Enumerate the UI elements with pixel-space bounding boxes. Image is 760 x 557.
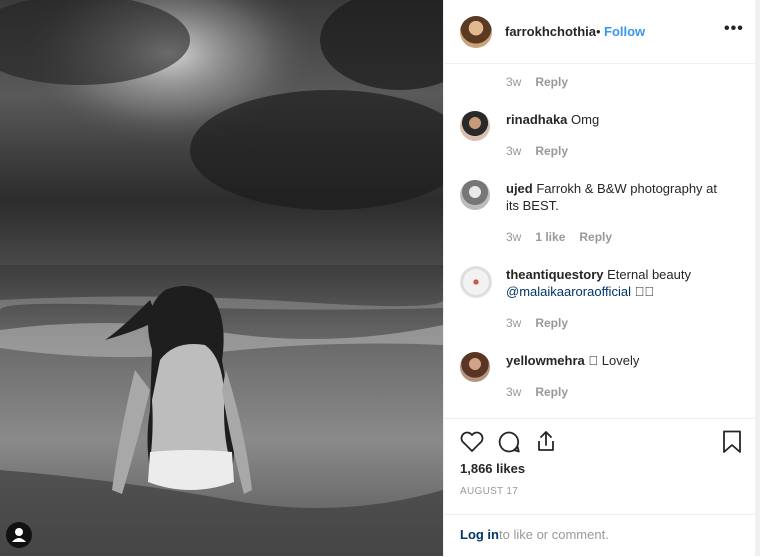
reply-button[interactable]: Reply	[535, 75, 568, 89]
comment-text: yellowmehra 󾓥 Lovely	[506, 352, 732, 369]
login-link[interactable]: Log in	[460, 527, 499, 542]
commenter-username[interactable]: yellowmehra	[506, 353, 585, 368]
reply-button[interactable]: Reply	[535, 144, 568, 158]
comment-text: rinadhaka Omg	[506, 111, 732, 128]
comment-age: 3w	[506, 316, 522, 330]
commenter-avatar[interactable]	[460, 266, 492, 298]
login-bar: Log in to like or comment.	[444, 514, 756, 557]
post-date[interactable]: AUGUST 17	[460, 486, 518, 497]
reply-button[interactable]: Reply	[579, 230, 612, 244]
bookmark-icon[interactable]	[722, 430, 742, 454]
comment-emoji: 󾓥	[588, 353, 599, 368]
post-header: farrokhchothia • Follow •••	[444, 0, 756, 64]
reply-button[interactable]: Reply	[535, 316, 568, 330]
heart-icon[interactable]	[459, 430, 485, 454]
comment-body: Omg	[571, 112, 600, 127]
comment-body: Lovely	[601, 353, 640, 368]
reply-button[interactable]: Reply	[535, 385, 568, 399]
comment-meta: 3w Reply	[506, 144, 568, 158]
post-actions: 1,866 likes AUGUST 17	[444, 418, 756, 515]
comment-likes[interactable]: 1 like	[535, 230, 565, 244]
author-avatar[interactable]	[460, 16, 492, 48]
post-photo[interactable]	[0, 0, 443, 556]
comment-age: 3w	[506, 75, 522, 89]
beach-photo-illustration	[0, 0, 443, 556]
comment-age: 3w	[506, 385, 522, 399]
comment-mention[interactable]: @malaikaaroraofficial	[506, 284, 631, 299]
comment-icon[interactable]	[497, 430, 521, 454]
instagram-post-view: farrokhchothia • Follow ••• 3w Reply rina…	[0, 0, 760, 556]
more-options-icon[interactable]: •••	[724, 20, 744, 38]
comment-text: ujed Farrokh & B&W photography at its BE…	[506, 180, 732, 214]
header-separator: •	[596, 24, 601, 39]
comment-meta: 3w Reply	[506, 316, 568, 330]
commenter-avatar[interactable]	[460, 111, 490, 141]
scrollbar[interactable]	[755, 0, 760, 556]
tagged-users-icon[interactable]	[6, 522, 32, 548]
comment-age: 3w	[506, 230, 522, 244]
author-username[interactable]: farrokhchothia	[505, 24, 596, 39]
comment-text: theantiquestory Eternal beauty @malaikaa…	[506, 266, 732, 300]
commenter-username[interactable]: ujed	[506, 181, 533, 196]
share-icon[interactable]	[534, 429, 558, 454]
comments-list[interactable]: 3w Reply rinadhaka Omg 3w Reply ujed Farro…	[444, 64, 756, 418]
comment-meta: 3w 1 like Reply	[506, 230, 612, 244]
commenter-username[interactable]: theantiquestory	[506, 267, 604, 282]
login-prompt-text: to like or comment.	[499, 527, 609, 542]
comment-age: 3w	[506, 144, 522, 158]
likes-count[interactable]: 1,866 likes	[460, 461, 525, 476]
comment-meta: 3w Reply	[506, 385, 568, 399]
commenter-avatar[interactable]	[460, 180, 490, 210]
comment-meta: 3w Reply	[506, 75, 568, 89]
comment-body: Eternal beauty	[607, 267, 691, 282]
commenter-username[interactable]: rinadhaka	[506, 112, 567, 127]
comment-body: Farrokh & B&W photography at its BEST.	[506, 181, 718, 213]
comment-emoji: 󾓥󾓥	[634, 284, 655, 299]
post-side-panel: farrokhchothia • Follow ••• 3w Reply rina…	[443, 0, 757, 556]
commenter-avatar[interactable]	[460, 352, 490, 382]
follow-button[interactable]: Follow	[604, 24, 645, 39]
